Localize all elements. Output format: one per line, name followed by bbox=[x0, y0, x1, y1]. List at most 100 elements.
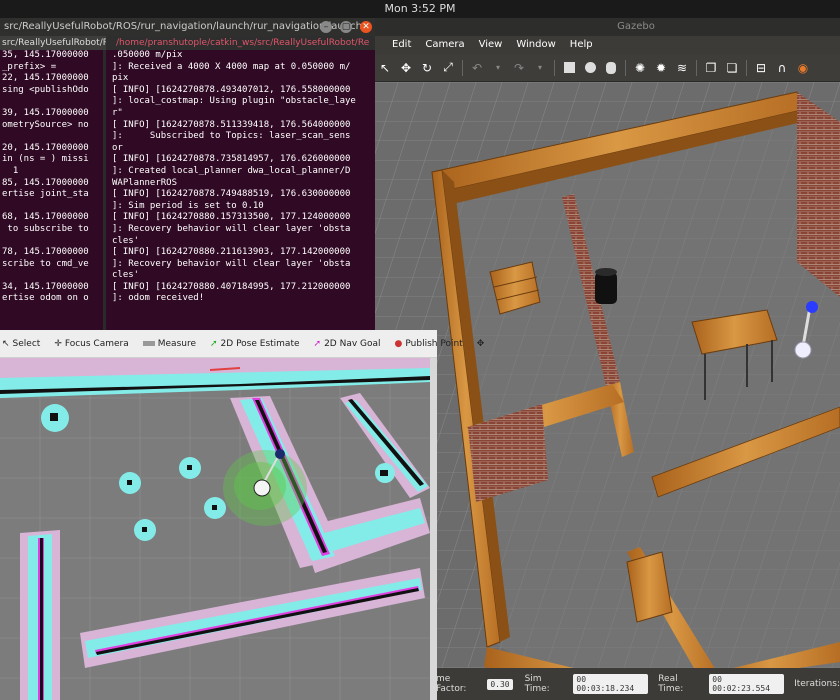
gazebo-statusbar: me Factor: 0.30 Sim Time: 00 00:03:18.23… bbox=[372, 668, 840, 700]
snap-icon[interactable]: ∩ bbox=[775, 61, 789, 75]
cylinder-shape-icon[interactable] bbox=[604, 61, 618, 75]
terminal-line: _prefix> = bbox=[2, 61, 57, 72]
gazebo-world-render[interactable] bbox=[372, 82, 840, 668]
cursor-icon: ↖ bbox=[2, 338, 10, 349]
gazebo-window: Gazebo Edit Camera View Window Help ↖ ✥ … bbox=[372, 18, 840, 700]
magenta-arrow-icon: ➚ bbox=[313, 338, 322, 349]
trash-can bbox=[595, 272, 617, 304]
terminal-line: 39, 145.17000000 bbox=[2, 107, 89, 118]
terminal-line: ]: Received a 4000 X 4000 map at 0.05000… bbox=[112, 61, 351, 72]
terminal-line: ]: Sim period is set to 0.10 bbox=[112, 200, 264, 211]
terminal-line: .050000 m/pix bbox=[112, 50, 183, 60]
terminal-line: pix bbox=[112, 73, 129, 84]
terminal-line: 20, 145.17000000 bbox=[2, 142, 89, 153]
terminal-title: src/ReallyUsefulRobot/ROS/rur_navigation… bbox=[4, 21, 362, 32]
terminal-line: WAPlannerROS bbox=[112, 177, 178, 188]
menu-view[interactable]: View bbox=[479, 36, 503, 54]
terminal-pane-left[interactable]: 35, 145.17000000 _prefix> = 22, 145.170000… bbox=[0, 50, 106, 330]
point-light-icon[interactable]: ✺ bbox=[633, 61, 647, 75]
system-clock: Mon 3:52 PM bbox=[384, 2, 456, 15]
toolbar-separator bbox=[696, 59, 697, 76]
screenshot-icon[interactable]: ◉ bbox=[796, 61, 810, 75]
terminal-line: 35, 145.17000000 bbox=[2, 50, 89, 60]
terminal-line: [ INFO] [1624270878.511339418, 176.56400… bbox=[112, 119, 351, 130]
box-shape-icon[interactable] bbox=[562, 61, 576, 75]
translate-mode-icon[interactable]: ✥ bbox=[399, 61, 413, 75]
rviz-window: ↖ Select ✛ Focus Camera Measure ➚ 2D Pose E… bbox=[0, 330, 484, 700]
redo-dropdown-icon[interactable]: ▾ bbox=[533, 61, 547, 75]
spot-light-icon[interactable]: ✹ bbox=[654, 61, 668, 75]
rviz-scrollbar[interactable] bbox=[430, 358, 437, 700]
gazebo-title: Gazebo bbox=[617, 21, 655, 32]
tool-2d-nav-goal[interactable]: ➚ 2D Nav Goal bbox=[314, 339, 381, 349]
close-button[interactable]: ✕ bbox=[360, 21, 372, 33]
terminal-tabs: src/ReallyUsefulRobot/R /home/pranshutop… bbox=[0, 36, 375, 50]
tool-select[interactable]: ↖ Select bbox=[2, 339, 40, 349]
tool-focus-camera[interactable]: ✛ Focus Camera bbox=[54, 339, 128, 349]
factor-value: 0.30 bbox=[487, 678, 513, 690]
iterations-label: Iterations: bbox=[794, 679, 840, 689]
terminal-pane-right[interactable]: .050000 m/pix]: Received a 4000 X 4000 m… bbox=[106, 50, 375, 330]
ruler-icon bbox=[142, 341, 155, 346]
tool-select-label: Select bbox=[12, 338, 41, 349]
terminal-titlebar: src/ReallyUsefulRobot/ROS/rur_navigation… bbox=[0, 18, 375, 36]
directional-light-icon[interactable]: ≋ bbox=[675, 61, 689, 75]
tool-publish-point-label: Publish Point bbox=[405, 338, 463, 349]
terminal-tab-right[interactable]: /home/pranshutople/catkin_ws/src/ReallyU… bbox=[106, 36, 375, 50]
menu-help[interactable]: Help bbox=[570, 36, 593, 54]
undo-dropdown-icon[interactable]: ▾ bbox=[491, 61, 505, 75]
terminal-line: ]: odom received! bbox=[112, 293, 205, 304]
undo-icon[interactable]: ↶ bbox=[470, 61, 484, 75]
gazebo-menubar: Edit Camera View Window Help bbox=[372, 36, 840, 54]
terminal-line: 1 bbox=[2, 165, 19, 176]
terminal-line: [ INFO] [1624270880.157313500, 177.12400… bbox=[112, 212, 351, 223]
tool-2d-pose-estimate[interactable]: ➚ 2D Pose Estimate bbox=[210, 339, 300, 349]
terminal-line: ertise odom on o bbox=[2, 293, 89, 304]
terminal-line: to subscribe to bbox=[2, 223, 89, 234]
menu-edit[interactable]: Edit bbox=[392, 36, 411, 54]
brick-wall-right bbox=[797, 92, 840, 297]
tool-measure[interactable]: Measure bbox=[142, 339, 196, 349]
scale-mode-icon[interactable]: ⤢ bbox=[441, 60, 455, 75]
rviz-toolbar: ↖ Select ✛ Focus Camera Measure ➚ 2D Pose E… bbox=[0, 330, 484, 358]
terminal-line: ]: local_costmap: Using plugin "obstacle… bbox=[112, 96, 356, 107]
copy-icon[interactable]: ❐ bbox=[704, 61, 718, 75]
terminal-line: 85, 145.17000000 bbox=[2, 177, 89, 188]
toolbar-separator bbox=[554, 59, 555, 76]
select-mode-icon[interactable]: ↖ bbox=[378, 61, 392, 75]
gazebo-3d-scene[interactable] bbox=[372, 82, 840, 668]
minimize-button[interactable]: – bbox=[320, 21, 332, 33]
tool-move-camera[interactable]: ✥ bbox=[477, 339, 485, 349]
redo-icon[interactable]: ↷ bbox=[512, 61, 526, 75]
factor-label: me Factor: bbox=[436, 674, 467, 694]
sim-time-label: Sim Time: bbox=[524, 674, 550, 694]
sphere-shape-icon[interactable] bbox=[583, 61, 597, 75]
terminal-line: 78, 145.17000000 bbox=[2, 247, 89, 258]
rotate-mode-icon[interactable]: ↻ bbox=[420, 61, 434, 75]
move-icon: ✥ bbox=[476, 338, 485, 349]
terminal-line: [ INFO] [1624270880.407184995, 177.21200… bbox=[112, 281, 351, 292]
terminal-line: ]: Created local_planner dwa_local_plann… bbox=[112, 165, 351, 176]
rviz-3d-view[interactable] bbox=[0, 358, 430, 700]
menu-window[interactable]: Window bbox=[516, 36, 555, 54]
align-icon[interactable]: ⊟ bbox=[754, 61, 768, 75]
terminal-line: 22, 145.17000000 bbox=[2, 73, 89, 84]
tool-publish-point[interactable]: ● Publish Point bbox=[395, 339, 463, 349]
pin-icon: ● bbox=[394, 338, 403, 349]
terminal-line: r" bbox=[112, 107, 123, 118]
terminal-tab-left[interactable]: src/ReallyUsefulRobot/R bbox=[0, 36, 106, 50]
system-top-bar: Mon 3:52 PM bbox=[0, 0, 840, 18]
terminal-body[interactable]: 35, 145.17000000 _prefix> = 22, 145.170000… bbox=[0, 50, 375, 330]
sim-time-value: 00 00:03:18.234 bbox=[573, 674, 649, 694]
rviz-map-render[interactable] bbox=[0, 358, 430, 700]
paste-icon[interactable]: ❏ bbox=[725, 61, 739, 75]
toolbar-separator bbox=[746, 59, 747, 76]
real-time-label: Real Time: bbox=[658, 674, 684, 694]
toolbar-separator bbox=[462, 59, 463, 76]
terminal-line: 68, 145.17000000 bbox=[2, 212, 89, 223]
terminal-line: ometrySource> no bbox=[2, 119, 89, 130]
menu-camera[interactable]: Camera bbox=[425, 36, 464, 54]
maximize-button[interactable]: ▢ bbox=[340, 21, 352, 33]
